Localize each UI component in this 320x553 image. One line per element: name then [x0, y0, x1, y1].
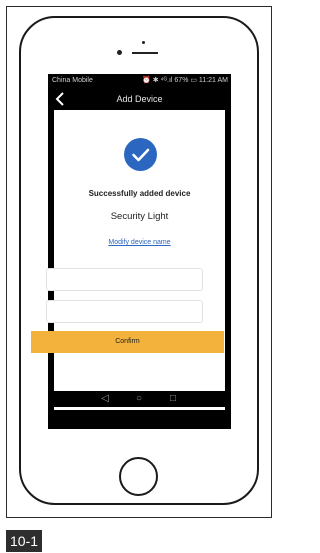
manual-figure: China Mobile ⏰ ✱ ⁴ᴳ.ıl 67% ▭ 11:21 AM Ad…	[0, 0, 278, 553]
earpiece-speaker	[132, 52, 158, 54]
figure-label: 10-1	[6, 530, 43, 552]
modify-device-name-link[interactable]: Modify device name	[54, 239, 225, 246]
device-name: Security Light	[110, 211, 169, 222]
confirm-button[interactable]: Confirm	[31, 331, 224, 353]
success-message: Successfully added device	[88, 189, 191, 198]
result-card: Successfully added device Security Light…	[54, 110, 225, 410]
name-input-2[interactable]	[46, 300, 203, 323]
status-bar: China Mobile ⏰ ✱ ⁴ᴳ.ıl 67% ▭ 11:21 AM	[48, 74, 231, 88]
front-camera	[117, 50, 122, 55]
status-indicators: ⏰ ✱ ⁴ᴳ.ıl 67% ▭ 11:21 AM	[142, 77, 228, 84]
carrier-label: China Mobile	[52, 77, 93, 84]
page-title: Add Device	[116, 94, 163, 104]
phone-home-button[interactable]	[119, 457, 158, 496]
app-header: Add Device	[48, 88, 231, 110]
chevron-left-icon	[55, 92, 64, 106]
checkmark-circle-icon	[124, 138, 157, 171]
system-recents-button[interactable]: □	[166, 393, 180, 405]
system-back-button[interactable]: ◁	[98, 393, 112, 405]
front-sensor	[142, 41, 145, 44]
name-input-1[interactable]	[46, 268, 203, 291]
phone-screen: China Mobile ⏰ ✱ ⁴ᴳ.ıl 67% ▭ 11:21 AM Ad…	[48, 74, 231, 429]
system-home-button[interactable]: ○	[132, 393, 146, 405]
back-button[interactable]	[52, 90, 70, 108]
system-navigation-bar: ◁ ○ □	[48, 391, 231, 407]
phone-frame: China Mobile ⏰ ✱ ⁴ᴳ.ıl 67% ▭ 11:21 AM Ad…	[19, 16, 259, 505]
